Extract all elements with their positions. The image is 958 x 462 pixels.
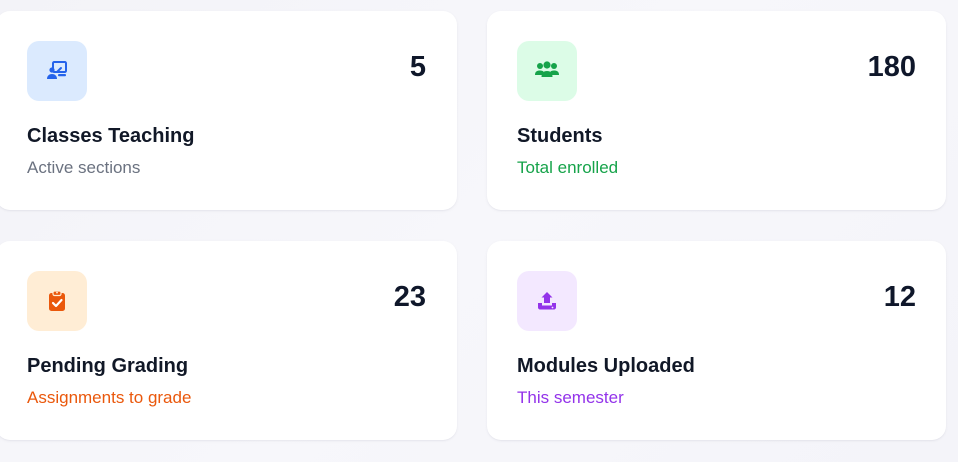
- students-icon-box: [517, 41, 577, 101]
- upload-icon: [538, 292, 556, 310]
- stat-card-modules-uploaded[interactable]: 12 Modules Uploaded This semester: [487, 241, 946, 440]
- classes-teaching-value: 5: [409, 51, 426, 83]
- users-group-icon: [535, 61, 559, 77]
- classes-teaching-subtitle: Active sections: [27, 158, 141, 177]
- teacher-board-icon: [47, 61, 67, 79]
- pending-icon-box: [27, 271, 87, 331]
- students-value: 180: [867, 51, 916, 83]
- modules-uploaded-value: 12: [883, 281, 916, 313]
- students-subtitle: Total enrolled: [517, 158, 619, 177]
- pending-grading-title: Pending Grading: [27, 355, 189, 377]
- stat-card-pending-grading[interactable]: 23 Pending Grading Assignments to grade: [0, 241, 457, 440]
- pending-grading-value: 23: [393, 281, 426, 313]
- modules-uploaded-subtitle: This semester: [517, 388, 624, 407]
- classes-teaching-title: Classes Teaching: [27, 125, 195, 147]
- clipboard-check-icon: [49, 290, 65, 311]
- stat-card-students[interactable]: 180 Students Total enrolled: [487, 11, 946, 210]
- students-title: Students: [517, 125, 603, 147]
- classes-icon-box: [27, 41, 87, 101]
- modules-icon-box: [517, 271, 577, 331]
- pending-grading-subtitle: Assignments to grade: [27, 388, 192, 407]
- stat-card-classes-teaching[interactable]: 5 Classes Teaching Active sections: [0, 11, 457, 210]
- modules-uploaded-title: Modules Uploaded: [517, 355, 695, 377]
